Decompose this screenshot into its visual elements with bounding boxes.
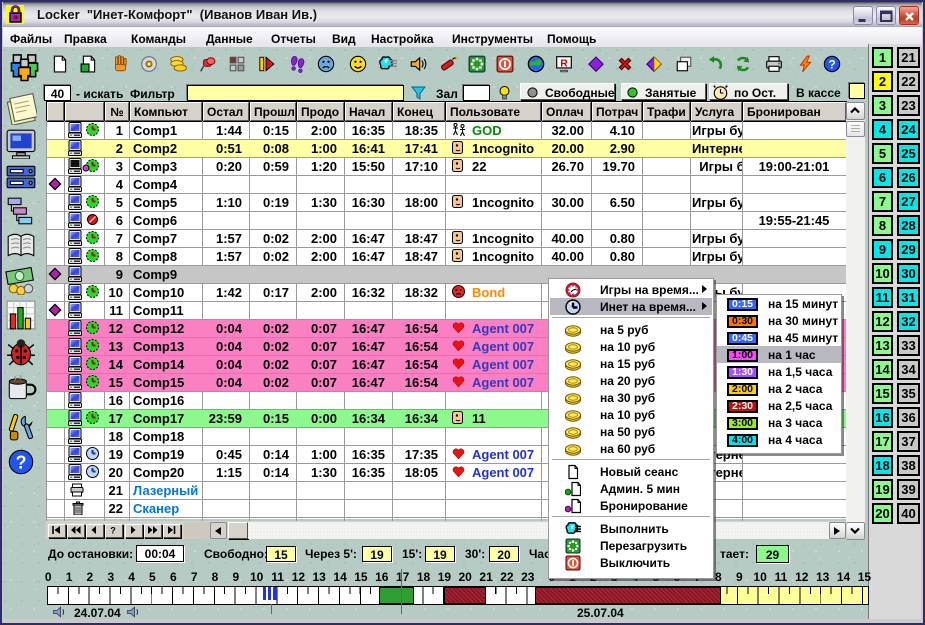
svg-text:?: ? [828,58,836,72]
svg-text:?: ? [15,452,26,472]
svg-text:R: R [560,58,568,69]
svg-text:?: ? [110,526,116,536]
